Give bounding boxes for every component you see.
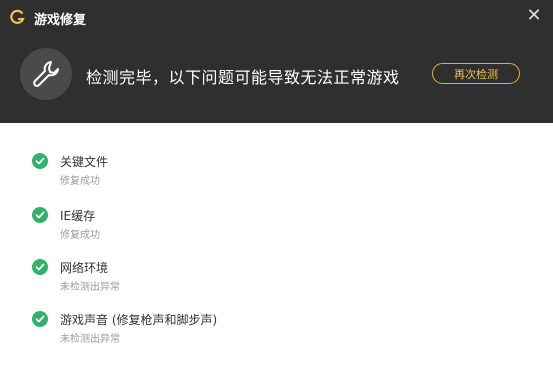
check-icon: [32, 207, 48, 223]
title-bar: 游戏修复 ✕: [0, 0, 553, 38]
item-status: 未检测出异常: [60, 334, 120, 345]
repair-window: 游戏修复 ✕ 检测完毕，以下问题可能导致无法正常游戏 再次检测 关键文件 修复成…: [0, 0, 553, 385]
item-label: 游戏声音 (修复枪声和脚步声): [60, 313, 218, 327]
app-logo-icon: [10, 9, 25, 24]
item-label: 网络环境: [60, 261, 109, 275]
close-icon[interactable]: ✕: [525, 7, 543, 25]
recheck-button[interactable]: 再次检测: [432, 63, 520, 84]
wrench-icon: [33, 61, 59, 87]
wrench-badge: [20, 48, 72, 100]
result-headline: 检测完毕，以下问题可能导致无法正常游戏: [86, 68, 400, 87]
item-label: IE缓存: [60, 209, 96, 223]
check-icon: [32, 259, 48, 275]
header-panel: 游戏修复 ✕ 检测完毕，以下问题可能导致无法正常游戏 再次检测: [0, 0, 553, 123]
item-status: 未检测出异常: [60, 282, 120, 293]
check-icon: [32, 311, 48, 327]
item-status: 修复成功: [60, 176, 100, 187]
check-icon: [32, 153, 48, 169]
window-title: 游戏修复: [34, 13, 87, 28]
item-status: 修复成功: [60, 230, 100, 241]
item-label: 关键文件: [60, 155, 109, 169]
